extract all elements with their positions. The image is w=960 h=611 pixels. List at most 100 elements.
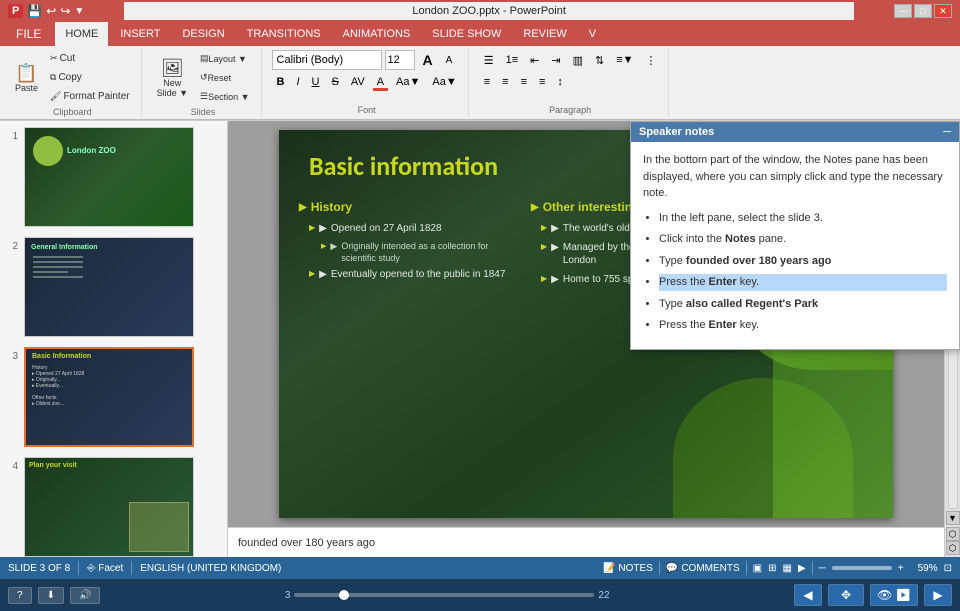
tab-animations[interactable]: ANIMATIONS (333, 22, 421, 46)
section-icon: ☰ (200, 91, 208, 102)
numbering-button[interactable]: 1≡ (501, 50, 524, 70)
comments-button[interactable]: 💬 COMMENTS (666, 563, 740, 574)
slide-image-2[interactable]: General Information (24, 237, 194, 337)
justify-button[interactable]: ≡ (534, 72, 550, 92)
tab-review[interactable]: REVIEW (513, 22, 576, 46)
zoom-in-button[interactable]: + (898, 563, 904, 574)
font-name-input[interactable] (272, 50, 382, 70)
text-direction-button[interactable]: ⇅ (590, 50, 609, 70)
bullets-button[interactable]: ☰ (479, 50, 499, 70)
slide4-content: Plan your visit (25, 458, 193, 556)
redo-icon[interactable]: ↪ (60, 4, 70, 18)
view-reading-icon[interactable]: ▦ (783, 563, 792, 574)
align-center-button[interactable]: ≡ (497, 72, 513, 92)
audio-button[interactable]: 🔊 (70, 587, 100, 604)
speaker-notes-content: In the bottom part of the window, the No… (631, 142, 959, 349)
tab-transitions[interactable]: TRANSITIONS (237, 22, 331, 46)
scroll-down-button[interactable]: ▼ (946, 511, 960, 525)
next-slide-button[interactable]: ▶ (924, 584, 952, 606)
new-slide-button[interactable]: 🖼 New Slide ▼ (152, 55, 193, 101)
char-spacing-button[interactable]: AV (346, 72, 370, 92)
zoom-level[interactable]: 59% (910, 563, 938, 574)
text-highlight-button[interactable]: Aa▼ (391, 72, 425, 92)
save-icon[interactable]: 💾 (27, 4, 42, 18)
tab-design[interactable]: DESIGN (172, 22, 234, 46)
layout-button[interactable]: ▤ Layout ▼ (195, 50, 255, 67)
cut-button[interactable]: ✂ Cut (45, 50, 135, 67)
reset-button[interactable]: ↺ Reset (195, 69, 255, 86)
bold-button[interactable]: B (272, 72, 290, 92)
notes-bar[interactable]: founded over 180 years ago (228, 527, 944, 557)
text-case-button[interactable]: Aa▼ (427, 72, 461, 92)
tab-file[interactable]: FILE (4, 22, 53, 46)
slide-thumb-2[interactable]: 2 General Information (4, 235, 223, 339)
speaker-notes-close-button[interactable]: ─ (943, 126, 951, 138)
customize-icon[interactable]: ▼ (74, 6, 84, 17)
clipboard-buttons: 📋 Paste ✂ Cut ⧉ Copy 🖌 Format Painter (10, 50, 135, 105)
history-heading: History (299, 200, 511, 214)
status-sep-3 (659, 561, 660, 575)
slide-thumb-4[interactable]: 4 Plan your visit (4, 455, 223, 557)
zoom-out-button[interactable]: ─ (819, 563, 826, 574)
zoom-slider[interactable] (832, 566, 892, 570)
slide-image-4[interactable]: Plan your visit (24, 457, 194, 557)
tab-insert[interactable]: INSERT (110, 22, 170, 46)
powerpoint-icon: P (8, 4, 23, 18)
help-button[interactable]: ? (8, 587, 32, 604)
strikethrough-button[interactable]: S (327, 72, 344, 92)
slide-thumb-1[interactable]: 1 London ZOO (4, 125, 223, 229)
view-slide-sorter-icon[interactable]: ⊞ (768, 563, 776, 574)
italic-button[interactable]: I (291, 72, 304, 92)
smartart-button[interactable]: ⋮ (641, 50, 662, 70)
section-button[interactable]: ☰ Section ▼ (195, 88, 255, 105)
underline-button[interactable]: U (307, 72, 325, 92)
copy-button[interactable]: ⧉ Copy (45, 69, 135, 86)
slide-image-3[interactable]: Basic Information History▸ Opened 27 Apr… (24, 347, 194, 447)
align-left-button[interactable]: ≡ (479, 72, 495, 92)
font-color-button[interactable]: A (372, 72, 389, 92)
view-slideshow-icon[interactable]: ▶ (798, 563, 806, 574)
columns-button[interactable]: ▥ (568, 50, 588, 70)
slide-col-history[interactable]: History ▶ Opened on 27 April 1828 ▶ Orig… (299, 200, 511, 292)
slide-thumb-3[interactable]: 3 Basic Information History▸ Opened 27 A… (4, 345, 223, 449)
step-6: Press the Enter key. (659, 317, 947, 334)
ribbon-tabs: FILE HOME INSERT DESIGN TRANSITIONS ANIM… (0, 22, 960, 46)
tab-home[interactable]: HOME (55, 22, 108, 46)
notes-button[interactable]: 📝 NOTES (603, 563, 653, 574)
slide-title[interactable]: Basic information (309, 150, 498, 182)
font-decrease-button[interactable]: A (441, 50, 458, 70)
view-normal-icon[interactable]: ▣ (753, 563, 762, 574)
paste-button[interactable]: 📋 Paste (10, 60, 43, 96)
speaker-notes-header: Speaker notes ─ (631, 122, 959, 142)
slide-image-1[interactable]: London ZOO (24, 127, 194, 227)
align-right-button[interactable]: ≡ (516, 72, 532, 92)
format-painter-button[interactable]: 🖌 Format Painter (45, 88, 135, 105)
close-button[interactable]: ✕ (934, 4, 952, 18)
new-slide-icon: 🖼 (161, 58, 184, 78)
slide-progress-thumb[interactable] (339, 590, 349, 600)
slide-panel[interactable]: 1 London ZOO 2 General Information (0, 121, 228, 557)
tab-slideshow[interactable]: SLIDE SHOW (422, 22, 511, 46)
pointer-button[interactable]: ✥ (828, 584, 864, 606)
slide-progress-bar[interactable] (294, 593, 594, 597)
window-controls[interactable]: ─ □ ✕ (894, 4, 952, 18)
font-increase-button[interactable]: A (418, 50, 438, 70)
prev-slide-button[interactable]: ◀ (794, 584, 822, 606)
step-1: In the left pane, select the slide 3. (659, 210, 947, 227)
download-button[interactable]: ⬇ (38, 587, 64, 604)
step-5: Type also called Regent's Park (659, 296, 947, 313)
align-text-button[interactable]: ≡▼ (611, 50, 638, 70)
minimize-button[interactable]: ─ (894, 4, 912, 18)
line-spacing-button[interactable]: ↕ (552, 72, 568, 92)
font-size-input[interactable] (385, 50, 415, 70)
notes-text[interactable]: founded over 180 years ago (238, 537, 375, 549)
eye-button[interactable]: 👁 ▶ (870, 584, 918, 606)
scroll-page-up-button[interactable]: ⬡ (946, 527, 960, 541)
decrease-indent-button[interactable]: ⇤ (525, 50, 544, 70)
undo-icon[interactable]: ↩ (46, 4, 56, 18)
tab-view[interactable]: V (579, 22, 606, 46)
increase-indent-button[interactable]: ⇥ (546, 50, 565, 70)
maximize-button[interactable]: □ (914, 4, 932, 18)
scroll-page-down-button[interactable]: ⬡ (946, 541, 960, 555)
fit-slide-button[interactable]: ⊡ (944, 563, 952, 574)
